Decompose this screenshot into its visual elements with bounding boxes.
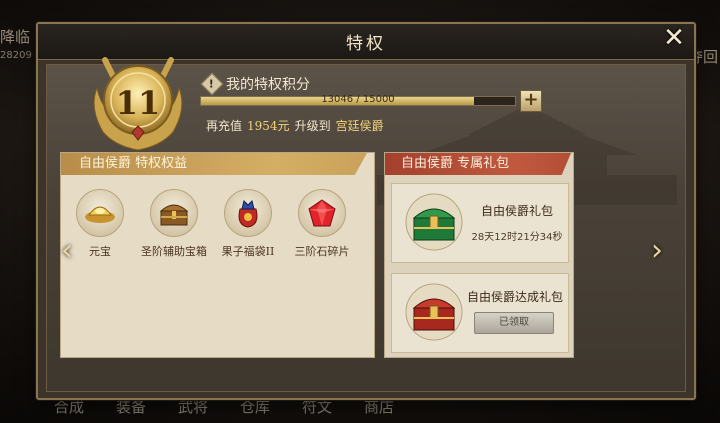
recharge-amount: 1954元	[247, 119, 290, 133]
gifts-panel: 自由侯爵 专属礼包 自由侯爵礼包 28天12时21分34秒 自由侯爵达成礼包 已…	[384, 152, 574, 358]
points-progress-bar: 13046 / 15000	[200, 94, 516, 106]
prev-arrow-icon[interactable]: ‹	[56, 234, 78, 268]
background-left-number: 28209	[0, 50, 32, 61]
gold-ingot-icon[interactable]	[76, 189, 124, 237]
benefit-label: 果子福袋II	[221, 245, 275, 258]
close-icon[interactable]: ✕	[658, 22, 690, 54]
green-chest-icon[interactable]	[404, 192, 464, 252]
benefit-item[interactable]: 三阶石碎片	[293, 189, 351, 259]
benefit-item[interactable]: 元宝	[71, 189, 129, 259]
gifts-header: 自由侯爵 专属礼包	[385, 153, 571, 175]
benefits-header: 自由侯爵 特权权益	[61, 153, 367, 175]
gift-card[interactable]: 自由侯爵礼包 28天12时21分34秒	[391, 183, 569, 263]
gift-name: 自由侯爵达成礼包	[466, 290, 563, 304]
dialog-title: 特权	[346, 34, 386, 54]
points-label: 我的特权积分	[226, 77, 310, 93]
gift-card[interactable]: 自由侯爵达成礼包 已领取	[391, 273, 569, 353]
treasure-chest-icon[interactable]	[150, 189, 198, 237]
rank-emblem: 11	[85, 48, 191, 158]
next-arrow-icon[interactable]: ›	[646, 234, 668, 268]
benefit-label: 圣阶辅助宝箱	[141, 245, 207, 258]
recharge-mid: 升级到	[294, 119, 331, 133]
recharge-prefix: 再充值	[206, 119, 243, 133]
recharge-hint: 再充值 1954元 升级到 宫廷侯爵	[206, 117, 384, 134]
claimed-button[interactable]: 已领取	[474, 312, 554, 334]
benefit-label: 元宝	[89, 245, 111, 258]
background-left-title: 降临	[0, 28, 31, 46]
benefit-item[interactable]: 圣阶辅助宝箱	[141, 189, 207, 259]
red-chest-icon[interactable]	[404, 282, 464, 342]
gift-timer: 28天12时21分34秒	[471, 232, 563, 243]
points-header: ! 我的特权积分	[200, 72, 310, 96]
rank-level: 11	[115, 84, 161, 122]
info-diamond-icon[interactable]: !	[200, 72, 224, 96]
lucky-bag-icon[interactable]	[224, 189, 272, 237]
benefit-label: 三阶石碎片	[294, 245, 350, 258]
gift-name: 自由侯爵礼包	[480, 204, 553, 218]
recharge-target-rank: 宫廷侯爵	[335, 119, 384, 133]
add-points-button[interactable]: +	[520, 90, 542, 112]
progress-text: 13046 / 15000	[321, 94, 395, 105]
benefits-panel: 自由侯爵 特权权益 元宝 圣阶辅助宝箱 果子福袋II 三阶石碎片	[60, 152, 375, 358]
red-gem-icon[interactable]	[298, 189, 346, 237]
benefits-list: 元宝 圣阶辅助宝箱 果子福袋II 三阶石碎片	[71, 189, 351, 259]
benefit-item[interactable]: 果子福袋II	[219, 189, 277, 259]
